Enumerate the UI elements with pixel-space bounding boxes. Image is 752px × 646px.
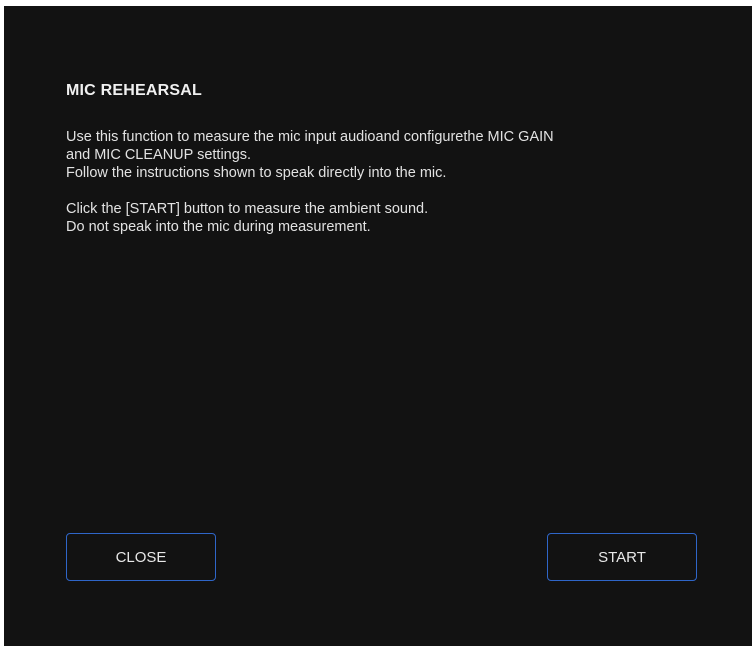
- dialog-body: Use this function to measure the mic inp…: [66, 128, 686, 254]
- start-button[interactable]: START: [547, 533, 697, 581]
- dialog-title: MIC REHEARSAL: [66, 82, 202, 99]
- close-button[interactable]: CLOSE: [66, 533, 216, 581]
- instructions-paragraph: Use this function to measure the mic inp…: [66, 129, 554, 181]
- measurement-paragraph: Click the [START] button to measure the …: [66, 201, 429, 235]
- mic-rehearsal-dialog: MIC REHEARSAL Use this function to measu…: [4, 6, 752, 646]
